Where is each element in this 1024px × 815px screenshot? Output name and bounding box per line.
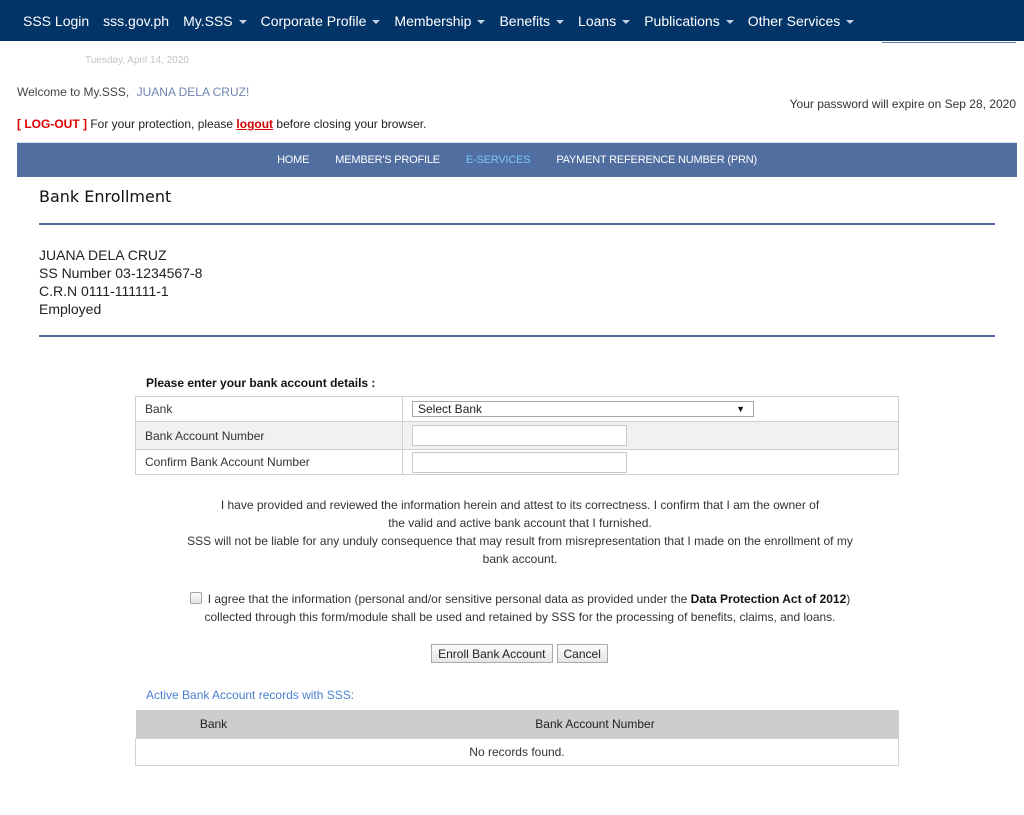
cancel-button[interactable]: Cancel — [556, 644, 608, 663]
clipped-header-link[interactable] — [882, 36, 1016, 43]
attestation-line: SSS will not be liable for any unduly co… — [187, 534, 853, 548]
topnav-item-benefits[interactable]: Benefits — [492, 13, 571, 29]
bank-select[interactable]: Select Bank ▼ — [412, 401, 754, 417]
confirm-account-number-label: Confirm Bank Account Number — [135, 449, 403, 475]
column-header-account-number: Bank Account Number — [291, 710, 899, 738]
bank-records-table: Bank Bank Account Number No records foun… — [135, 710, 899, 766]
sub-navigation: HOME MEMBER'S PROFILE E-SERVICES PAYMENT RE… — [17, 142, 1017, 177]
form-heading: Please enter your bank account details : — [146, 376, 376, 390]
topnav-item-label: Corporate Profile — [260, 12, 367, 29]
member-info: JUANA DELA CRUZ SS Number 03-1234567-8 C… — [39, 246, 202, 318]
agree-text-before: I agree that the information (personal a… — [207, 592, 691, 606]
attestation-line: the valid and active bank account that I… — [388, 516, 652, 530]
top-navigation: SSS Login sss.gov.ph My.SSS Corporate Profi… — [0, 0, 1024, 43]
user-name: JUANA DELA CRUZ! — [136, 85, 250, 99]
logout-text-after: before closing your browser. — [273, 117, 427, 131]
agree-text-line2: collected through this form/module shall… — [204, 610, 836, 624]
member-name: JUANA DELA CRUZ — [39, 247, 167, 263]
divider — [39, 223, 995, 225]
topnav-item-label: SSS Login — [23, 12, 90, 29]
top-navigation-menu: SSS Login sss.gov.ph My.SSS Corporate Profi… — [0, 0, 855, 41]
welcome-prefix: Welcome to My.SSS, — [17, 85, 130, 99]
column-header-bank: Bank — [135, 710, 292, 738]
topnav-item-other-services[interactable]: Other Services — [741, 13, 862, 29]
data-protection-act: Data Protection Act of 2012 — [690, 592, 847, 606]
agree-checkbox[interactable] — [189, 592, 202, 604]
password-expiry-notice: Your password will expire on Sep 28, 202… — [789, 97, 1016, 111]
subnav-item-payment-reference-number-prn[interactable]: PAYMENT REFERENCE NUMBER (PRN) — [543, 154, 770, 166]
topnav-item-loans[interactable]: Loans — [571, 13, 637, 29]
topnav-item-my-sss[interactable]: My.SSS — [176, 13, 254, 29]
logout-text-before: For your protection, please — [86, 117, 237, 131]
logout-notice: [ LOG-OUT ] For your protection, please … — [17, 117, 426, 131]
topnav-item-corporate-profile[interactable]: Corporate Profile — [254, 13, 388, 29]
welcome-message: Welcome to My.SSS, JUANA DELA CRUZ! — [17, 85, 249, 99]
attestation-line: I have provided and reviewed the informa… — [220, 498, 820, 512]
caret-down-icon — [622, 19, 631, 24]
topnav-item-sss-gov-ph[interactable]: sss.gov.ph — [96, 13, 176, 29]
logout-link[interactable]: logout — [236, 117, 273, 131]
divider — [39, 335, 995, 337]
account-number-input[interactable] — [412, 425, 627, 446]
member-status: Employed — [39, 301, 102, 317]
attestation-line: bank account. — [482, 552, 558, 566]
bank-select-value: Select Bank — [418, 402, 483, 416]
enroll-bank-account-button[interactable]: Enroll Bank Account — [431, 644, 553, 663]
form-row-account-number: Bank Account Number — [135, 421, 899, 450]
caret-down-icon — [846, 19, 855, 24]
caret-down-icon — [238, 19, 247, 24]
topnav-item-publications[interactable]: Publications — [637, 13, 741, 29]
attestation-text: I have provided and reviewed the informa… — [140, 496, 900, 568]
records-header-row: Bank Bank Account Number — [135, 710, 899, 738]
no-records-message: No records found. — [135, 737, 899, 766]
caret-down-icon — [556, 19, 565, 24]
caret-down-icon — [477, 19, 486, 24]
form-row-bank: Bank Select Bank ▼ — [135, 396, 899, 422]
topnav-item-label: Other Services — [747, 12, 841, 29]
table-row: No records found. — [135, 737, 899, 766]
page-title: Bank Enrollment — [39, 187, 172, 206]
topnav-item-label: Membership — [394, 12, 472, 29]
agree-text-after: ) — [846, 592, 851, 606]
records-title: Active Bank Account records with SSS: — [146, 688, 355, 702]
confirm-account-number-input[interactable] — [412, 451, 627, 473]
bank-label: Bank — [135, 396, 403, 422]
topnav-item-label: sss.gov.ph — [103, 12, 170, 29]
subnav-item-e-services[interactable]: E-SERVICES — [453, 154, 543, 166]
topnav-item-label: Benefits — [499, 12, 551, 29]
member-crn: C.R.N 0111-111111-1 — [39, 283, 169, 299]
caret-down-icon — [372, 19, 381, 24]
account-number-label: Bank Account Number — [135, 421, 403, 450]
topnav-item-sss-login[interactable]: SSS Login — [16, 13, 96, 29]
dropdown-arrow-icon: ▼ — [736, 404, 745, 414]
form-row-confirm-account-number: Confirm Bank Account Number — [135, 449, 899, 475]
member-ss-number: SS Number 03-1234567-8 — [39, 265, 203, 281]
subnav-item-member-s-profile[interactable]: MEMBER'S PROFILE — [322, 154, 453, 166]
subnav-item-home[interactable]: HOME — [264, 154, 322, 166]
topnav-item-membership[interactable]: Membership — [387, 13, 492, 29]
current-date: Tuesday, April 14, 2020 — [85, 55, 189, 66]
topnav-item-label: Publications — [644, 12, 720, 29]
topnav-item-label: My.SSS — [183, 12, 233, 29]
form-actions: Enroll Bank Account Cancel — [0, 644, 1024, 663]
data-privacy-agreement: I agree that the information (personal a… — [140, 590, 900, 626]
caret-down-icon — [725, 19, 734, 24]
bank-details-form: Bank Select Bank ▼ Bank Account Number C… — [135, 396, 899, 475]
topnav-item-label: Loans — [578, 12, 617, 29]
logout-tag[interactable]: [ LOG-OUT ] — [17, 117, 87, 131]
